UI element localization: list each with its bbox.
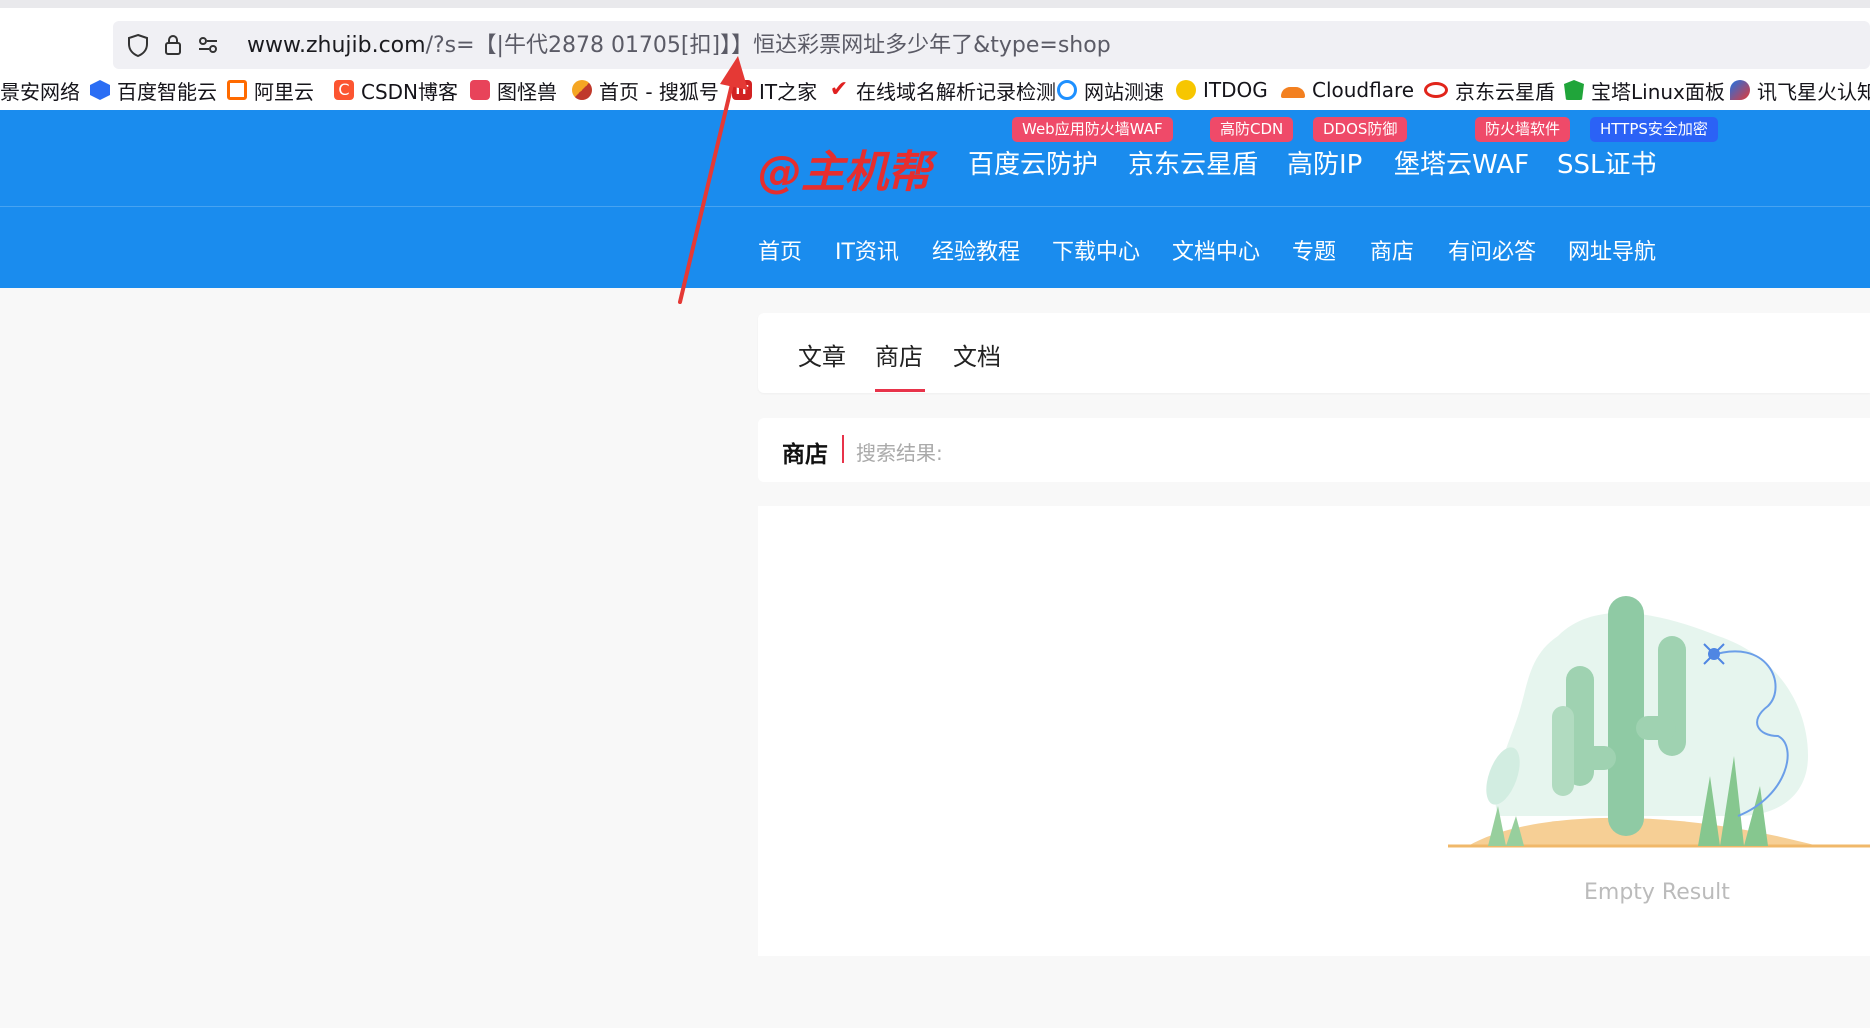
url-domain: www.zhujib.com: [247, 33, 426, 58]
search-result-header: 商店 搜索结果:: [758, 418, 1870, 482]
check-icon: ✔: [829, 77, 849, 102]
url-text[interactable]: www.zhujib.com/?s=【|牛代2878 01705[扣]】】恒达彩…: [247, 32, 1111, 60]
url-query: /?s=【|牛代2878 01705[扣]】】: [425, 33, 754, 58]
bookmark-label: 阿里云: [254, 79, 314, 104]
itdog-icon: [1176, 80, 1196, 100]
section-title: 商店: [782, 442, 828, 468]
site-logo[interactable]: @主机帮: [758, 136, 931, 200]
header-divider: [0, 206, 1870, 207]
address-bar[interactable]: www.zhujib.com/?s=【|牛代2878 01705[扣]】】恒达彩…: [113, 21, 1870, 69]
browser-top-strip: [0, 0, 1870, 8]
nav-downloads[interactable]: 下载中心: [1052, 234, 1140, 266]
promo-ddos-ip[interactable]: 高防IP: [1287, 144, 1362, 181]
speedtest-icon: [1057, 80, 1077, 100]
badge-https: HTTPS安全加密: [1590, 117, 1718, 142]
promo-ssl[interactable]: SSL证书: [1557, 144, 1657, 181]
bookmark-tuguaishou[interactable]: 图怪兽: [470, 76, 557, 104]
bookmark-label: 首页 - 搜狐号: [599, 79, 719, 104]
aliyun-icon: [227, 80, 247, 100]
tab-docs[interactable]: 文档: [953, 337, 1001, 372]
bookmark-baidu-cloud[interactable]: 百度智能云: [90, 76, 217, 104]
site-settings-icon[interactable]: [194, 31, 222, 59]
bookmark-label: 百度智能云: [117, 79, 217, 104]
search-tabs: 文章 商店 文档: [758, 313, 1870, 393]
bookmark-label: 京东云星盾: [1455, 79, 1555, 104]
bookmark-cloudflare[interactable]: Cloudflare: [1281, 76, 1414, 104]
baota-icon: [1564, 80, 1584, 100]
promo-waf[interactable]: 堡塔云WAF: [1394, 144, 1529, 181]
bookmark-label: Cloudflare: [1312, 78, 1415, 102]
sohu-icon: [572, 80, 592, 100]
tab-articles[interactable]: 文章: [798, 337, 846, 372]
bookmark-label: 讯飞星火认知大: [1757, 79, 1870, 104]
bookmark-speedtest[interactable]: 网站测速: [1057, 76, 1164, 104]
bookmarks-bar: 景安网络 百度智能云 阿里云 C CSDN博客 图怪兽 首页 - 搜狐号 IT IT…: [0, 70, 1870, 110]
nav-topics[interactable]: 专题: [1292, 234, 1336, 266]
bookmark-label: ITDOG: [1203, 78, 1268, 102]
cactus-illustration: [1448, 596, 1870, 848]
bookmark-baota[interactable]: 宝塔Linux面板: [1564, 76, 1725, 104]
ithome-icon: IT: [732, 80, 752, 100]
badge-firewall: 防火墙软件: [1475, 117, 1571, 142]
bookmark-sohu[interactable]: 首页 - 搜狐号: [572, 76, 719, 104]
promo-baidu-protect[interactable]: 百度云防护: [968, 144, 1098, 181]
empty-result-panel: Empty Result: [758, 506, 1870, 956]
nav-qa[interactable]: 有问必答: [1448, 234, 1536, 266]
bookmark-aliyun[interactable]: 阿里云: [227, 76, 314, 104]
tuguaishou-icon: [470, 80, 490, 100]
badge-cdn: 高防CDN: [1210, 117, 1294, 142]
bookmark-label: 景安网络: [0, 79, 80, 104]
site-header: @主机帮 Web应用防火墙WAF 高防CDN DDOS防御 防火墙软件 HTTP…: [0, 110, 1870, 288]
tab-shop[interactable]: 商店: [875, 337, 923, 372]
csdn-icon: C: [334, 80, 354, 100]
jdcloud-icon: [1424, 82, 1448, 98]
browser-toolbar: www.zhujib.com/?s=【|牛代2878 01705[扣]】】恒达彩…: [0, 8, 1870, 70]
nav-docs[interactable]: 文档中心: [1172, 234, 1260, 266]
bookmark-jingan[interactable]: 景安网络: [0, 76, 80, 104]
nav-home[interactable]: 首页: [758, 234, 802, 266]
bookmark-xunfei[interactable]: 讯飞星火认知大: [1730, 76, 1870, 104]
bookmark-jdcloud[interactable]: 京东云星盾: [1424, 76, 1555, 104]
search-result-label: 搜索结果:: [856, 441, 943, 465]
bookmark-itdog[interactable]: ITDOG: [1176, 76, 1268, 104]
empty-result-text: Empty Result: [1584, 880, 1730, 905]
bookmark-ithome[interactable]: IT IT之家: [732, 76, 817, 104]
bookmark-label: 网站测速: [1084, 79, 1164, 104]
active-tab-indicator: [875, 389, 925, 392]
bookmark-label: 在线域名解析记录检测: [856, 79, 1056, 104]
bookmark-label: 宝塔Linux面板: [1591, 79, 1725, 104]
baidu-cloud-icon: [90, 80, 110, 100]
badge-waf: Web应用防火墙WAF: [1012, 117, 1173, 142]
bookmark-csdn[interactable]: C CSDN博客: [334, 76, 458, 104]
promo-jd-star-shield[interactable]: 京东云星盾: [1128, 144, 1258, 181]
nav-tutorials[interactable]: 经验教程: [932, 234, 1020, 266]
cloudflare-icon: [1281, 86, 1305, 98]
lock-icon[interactable]: [159, 31, 187, 59]
xunfei-icon: [1730, 80, 1750, 100]
bookmark-label: 图怪兽: [497, 79, 557, 104]
nav-directory[interactable]: 网址导航: [1568, 234, 1656, 266]
shield-icon[interactable]: [124, 31, 152, 59]
url-query-tail: 恒达彩票网址多少年了&type=shop: [753, 33, 1111, 58]
bookmark-dns-check[interactable]: ✔ 在线域名解析记录检测: [829, 76, 1056, 104]
bookmark-label: CSDN博客: [361, 79, 459, 104]
nav-shop[interactable]: 商店: [1370, 234, 1414, 266]
badge-ddos: DDOS防御: [1313, 117, 1408, 142]
nav-it-news[interactable]: IT资讯: [835, 234, 899, 266]
section-divider: [842, 435, 844, 463]
bookmark-label: IT之家: [759, 79, 818, 104]
